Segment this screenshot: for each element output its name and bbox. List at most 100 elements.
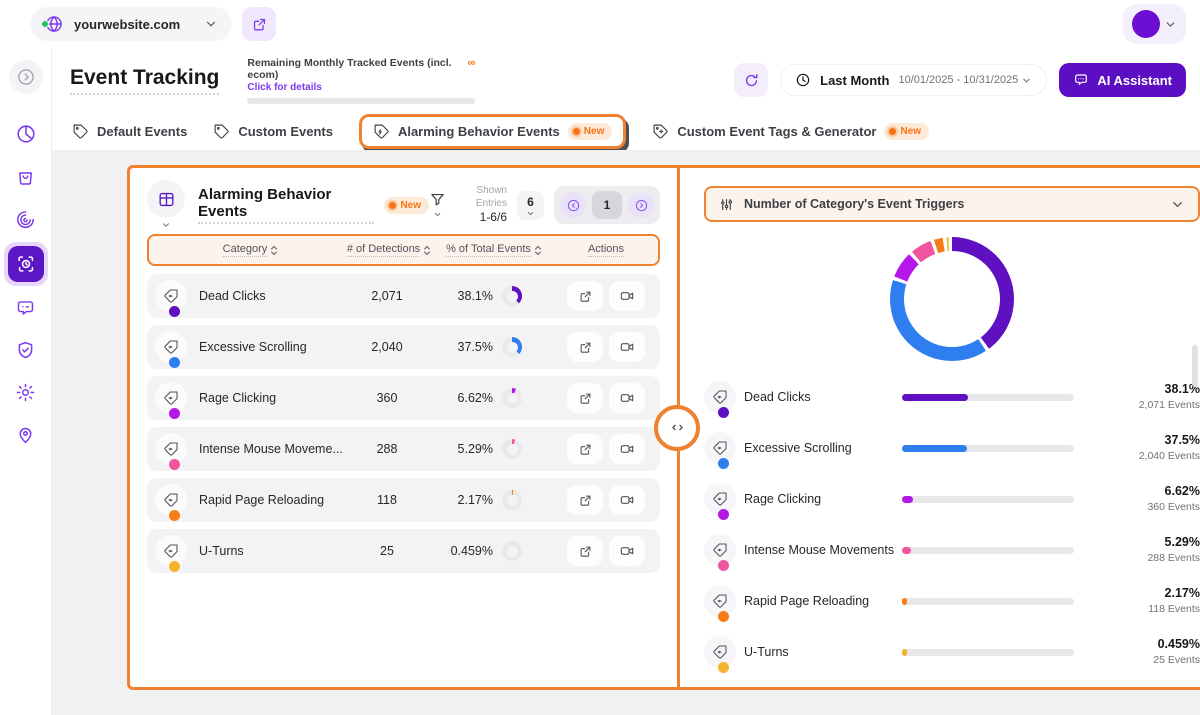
view-recordings-button[interactable] bbox=[609, 281, 645, 311]
mini-donut bbox=[502, 388, 522, 408]
tab-custom-events[interactable]: Custom Events bbox=[213, 123, 333, 140]
open-event-button[interactable] bbox=[567, 332, 603, 362]
alarming-events-workspace: Alarming Behavior Events New Shown Entri… bbox=[127, 165, 1200, 690]
video-icon bbox=[619, 390, 635, 406]
content-area: Alarming Behavior Events New Shown Entri… bbox=[52, 150, 1200, 715]
category-name: Intense Mouse Moveme... bbox=[199, 442, 342, 456]
open-event-button[interactable] bbox=[567, 434, 603, 464]
percent-bar-fill bbox=[902, 547, 911, 554]
sidebar-item-dashboard[interactable] bbox=[8, 116, 44, 152]
sidebar-item-ecommerce[interactable] bbox=[8, 158, 44, 194]
view-recordings-button[interactable] bbox=[609, 434, 645, 464]
tag-icon bbox=[704, 483, 736, 515]
legend-item[interactable]: Dead Clicks 38.1% 2,071 Events bbox=[704, 375, 1200, 419]
category-name: Rage Clicking bbox=[199, 391, 342, 405]
open-event-button[interactable] bbox=[567, 383, 603, 413]
tag-icon bbox=[213, 123, 230, 140]
category-color-dot bbox=[169, 561, 180, 572]
mini-donut bbox=[502, 541, 522, 561]
page-size-select[interactable]: 6 bbox=[517, 191, 544, 220]
legend-item[interactable]: Rapid Page Reloading 2.17% 118 Events bbox=[704, 579, 1200, 623]
percent-value: 5.29% bbox=[458, 442, 493, 456]
view-recordings-button[interactable] bbox=[609, 332, 645, 362]
open-site-button[interactable] bbox=[242, 7, 276, 41]
site-selector[interactable]: yourwebsite.com bbox=[30, 7, 232, 41]
detections-count: 360 bbox=[377, 391, 398, 405]
category-name: Excessive Scrolling bbox=[199, 340, 342, 354]
table-row[interactable]: Dead Clicks 2,071 38.1% bbox=[147, 274, 660, 318]
mini-donut bbox=[502, 439, 522, 459]
current-page[interactable]: 1 bbox=[592, 191, 622, 219]
sidebar-item-privacy[interactable] bbox=[8, 332, 44, 368]
sort-icon bbox=[534, 245, 542, 256]
infinity-icon: ∞ bbox=[468, 57, 476, 69]
percent-value: 6.62% bbox=[1074, 483, 1200, 500]
percent-bar bbox=[902, 394, 1074, 401]
table-view-button[interactable] bbox=[147, 180, 185, 230]
bag-icon bbox=[15, 166, 36, 187]
tab-custom-event-tags-generator[interactable]: Custom Event Tags & Generator New bbox=[652, 123, 929, 140]
table-row[interactable]: Intense Mouse Moveme... 288 5.29% bbox=[147, 427, 660, 471]
events-count: 2,040 Events bbox=[1074, 449, 1200, 463]
view-recordings-button[interactable] bbox=[609, 485, 645, 515]
refresh-button[interactable] bbox=[734, 63, 768, 97]
account-menu[interactable] bbox=[1123, 4, 1186, 44]
page-header: Event Tracking Remaining Monthly Tracked… bbox=[52, 48, 1200, 112]
chat-icon bbox=[1073, 72, 1089, 88]
view-recordings-button[interactable] bbox=[609, 383, 645, 413]
next-page-button[interactable] bbox=[628, 192, 654, 218]
open-event-button[interactable] bbox=[567, 281, 603, 311]
tag-icon bbox=[155, 484, 187, 516]
category-name: Intense Mouse Movements bbox=[744, 543, 902, 557]
tag-icon bbox=[704, 432, 736, 464]
tab-default-events[interactable]: Default Events bbox=[72, 123, 187, 140]
table-row[interactable]: U-Turns 25 0.459% bbox=[147, 529, 660, 573]
category-name: Rapid Page Reloading bbox=[199, 493, 342, 507]
badge-dot-icon bbox=[389, 202, 396, 209]
events-quota: Remaining Monthly Tracked Events (incl. … bbox=[247, 57, 475, 104]
active-tab-highlight: Alarming Behavior Events New bbox=[359, 114, 626, 149]
chevron-down-icon bbox=[1164, 18, 1177, 31]
percent-bar bbox=[902, 598, 1074, 605]
filter-button[interactable] bbox=[429, 191, 446, 219]
sidebar-item-settings[interactable] bbox=[8, 374, 44, 410]
open-event-button[interactable] bbox=[567, 536, 603, 566]
tag-icon bbox=[155, 382, 187, 414]
events-count: 2,071 Events bbox=[1074, 398, 1200, 412]
view-recordings-button[interactable] bbox=[609, 536, 645, 566]
category-color-dot bbox=[169, 459, 180, 470]
column-category[interactable]: Category bbox=[223, 243, 279, 257]
ai-assistant-button[interactable]: AI Assistant bbox=[1059, 63, 1186, 97]
category-color-dot bbox=[718, 407, 729, 418]
percent-value: 5.29% bbox=[1074, 534, 1200, 551]
percent-bar bbox=[902, 496, 1074, 503]
tag-icon bbox=[155, 433, 187, 465]
new-badge: New bbox=[568, 123, 613, 140]
percent-value: 37.5% bbox=[458, 340, 493, 354]
tab-alarming-behavior-events[interactable]: Alarming Behavior Events New bbox=[373, 123, 612, 140]
table-row[interactable]: Rage Clicking 360 6.62% bbox=[147, 376, 660, 420]
legend-item[interactable]: Intense Mouse Movements 5.29% 288 Events bbox=[704, 528, 1200, 572]
sidebar-item-heatmaps[interactable] bbox=[8, 200, 44, 236]
chart-metric-dropdown[interactable]: Number of Category's Event Triggers bbox=[704, 186, 1200, 222]
open-event-button[interactable] bbox=[567, 485, 603, 515]
sidebar-collapse-button[interactable] bbox=[9, 60, 43, 94]
column-detections[interactable]: # of Detections bbox=[347, 243, 431, 257]
collapse-icon bbox=[16, 67, 36, 87]
quota-details-link[interactable]: Click for details bbox=[247, 82, 475, 93]
panel-resize-button[interactable] bbox=[654, 405, 700, 451]
legend-item[interactable]: Excessive Scrolling 37.5% 2,040 Events bbox=[704, 426, 1200, 470]
video-icon bbox=[619, 543, 635, 559]
prev-page-button[interactable] bbox=[560, 192, 586, 218]
sidebar-item-location[interactable] bbox=[8, 416, 44, 452]
table-row[interactable]: Excessive Scrolling 2,040 37.5% bbox=[147, 325, 660, 369]
date-range-selector[interactable]: Last Month 10/01/2025 - 10/31/2025 bbox=[780, 64, 1047, 96]
scrollbar-thumb[interactable] bbox=[1192, 345, 1198, 387]
table-row[interactable]: Rapid Page Reloading 118 2.17% bbox=[147, 478, 660, 522]
legend-item[interactable]: Rage Clicking 6.62% 360 Events bbox=[704, 477, 1200, 521]
sidebar-item-event-tracking-active[interactable] bbox=[4, 242, 48, 286]
legend-item[interactable]: U-Turns 0.459% 25 Events bbox=[704, 630, 1200, 674]
column-pct[interactable]: % of Total Events bbox=[446, 243, 542, 257]
sidebar-item-feedback[interactable] bbox=[8, 290, 44, 326]
pie-chart-icon bbox=[15, 123, 37, 145]
